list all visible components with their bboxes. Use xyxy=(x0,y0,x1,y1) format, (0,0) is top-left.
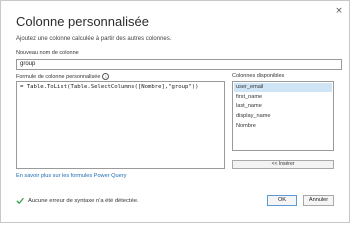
formula-text[interactable]: = Table.ToList(Table.SelectColumns([Nomb… xyxy=(20,84,199,90)
insert-button[interactable]: << Insérer xyxy=(232,160,334,169)
close-icon[interactable]: × xyxy=(334,6,344,16)
column-name-label: Nouveau nom de colonne xyxy=(16,50,79,56)
column-item-last-name[interactable]: last_name xyxy=(234,102,332,111)
column-item-display-name[interactable]: display_name xyxy=(234,112,332,121)
formula-editor[interactable]: = Table.ToList(Table.SelectColumns([Nomb… xyxy=(16,81,225,169)
column-name-input[interactable] xyxy=(16,59,342,70)
formula-label-row: Formule de colonne personnalisée i xyxy=(16,73,110,80)
ok-button[interactable]: OK xyxy=(267,195,297,206)
available-columns-list[interactable]: user_email first_name last_name display_… xyxy=(232,81,334,151)
dialog-subtitle: Ajoutez une colonne calculée à partir de… xyxy=(16,36,172,42)
info-icon[interactable]: i xyxy=(102,73,110,80)
column-item-first-name[interactable]: first_name xyxy=(234,93,332,102)
column-item-nombre[interactable]: Nombre xyxy=(234,122,332,131)
learn-more-link[interactable]: En savoir plus sur les formules Power Qu… xyxy=(16,173,126,179)
dialog-title: Colonne personnalisée xyxy=(16,14,149,29)
custom-column-dialog: × Colonne personnalisée Ajoutez une colo… xyxy=(0,0,350,223)
formula-label: Formule de colonne personnalisée xyxy=(16,73,101,80)
available-columns-label: Colonnes disponibles xyxy=(232,73,285,79)
checkmark-icon xyxy=(16,197,24,204)
syntax-status-text: Aucune erreur de syntaxe n'a été détecté… xyxy=(28,198,139,204)
column-item-user-email[interactable]: user_email xyxy=(234,83,332,92)
cancel-button[interactable]: Annuler xyxy=(303,195,334,206)
